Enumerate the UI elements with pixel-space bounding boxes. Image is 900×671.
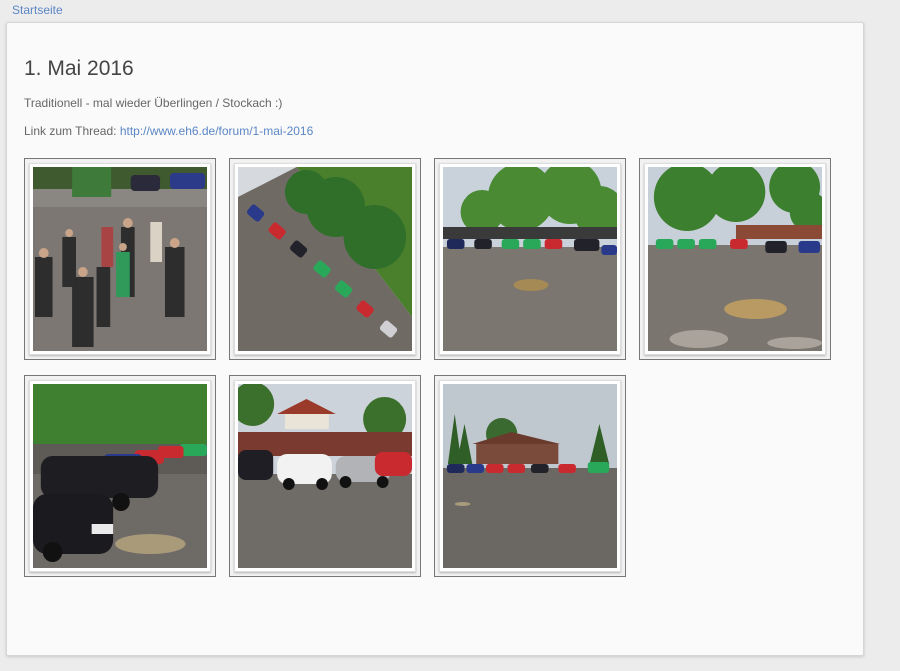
photo-thumb-7[interactable] [434, 375, 626, 577]
album-description: Traditionell - mal wieder Überlingen / S… [24, 96, 283, 110]
photo-image [33, 384, 207, 568]
photo-frame [234, 163, 416, 355]
thread-link-prefix: Link zum Thread: [24, 124, 120, 138]
album-card: 1. Mai 2016 Traditionell - mal wieder Üb… [6, 22, 864, 656]
photo-image [33, 167, 207, 351]
photo-image [443, 167, 617, 351]
photo-thumb-1[interactable] [24, 158, 216, 360]
photo-thumb-3[interactable] [434, 158, 626, 360]
photo-frame [439, 380, 621, 572]
thread-link-line: Link zum Thread: http://www.eh6.de/forum… [24, 124, 313, 138]
photo-frame [29, 380, 211, 572]
photo-image [238, 167, 412, 351]
photo-frame [439, 163, 621, 355]
breadcrumb-home[interactable]: Startseite [12, 3, 63, 17]
album-title: 1. Mai 2016 [24, 57, 134, 80]
photo-frame [644, 163, 826, 355]
photo-image [648, 167, 822, 351]
photo-image [238, 384, 412, 568]
photo-thumb-5[interactable] [24, 375, 216, 577]
photo-frame [234, 380, 416, 572]
thread-link[interactable]: http://www.eh6.de/forum/1-mai-2016 [120, 124, 313, 138]
photo-thumb-4[interactable] [639, 158, 831, 360]
photo-image [443, 384, 617, 568]
photo-frame [29, 163, 211, 355]
photo-thumb-2[interactable] [229, 158, 421, 360]
photo-thumb-6[interactable] [229, 375, 421, 577]
